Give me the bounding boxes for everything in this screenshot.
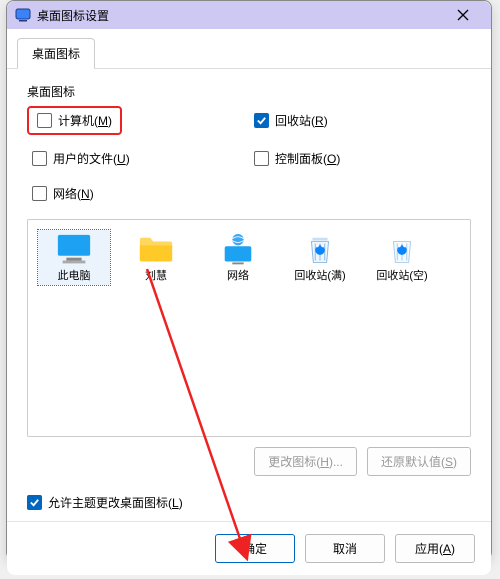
tabstrip: 桌面图标 bbox=[7, 29, 491, 69]
checkbox-box bbox=[27, 495, 42, 510]
folder-icon bbox=[137, 232, 175, 266]
content-area: 桌面图标 计算机(M) 回收站(R) 用户的文件(U) 控制面 bbox=[7, 69, 491, 521]
checkbox-network[interactable]: 网络(N) bbox=[27, 182, 249, 205]
network-icon bbox=[219, 232, 257, 266]
checkbox-box bbox=[32, 186, 47, 201]
checkbox-grid: 计算机(M) 回收站(R) 用户的文件(U) 控制面板(O) 网络(N) bbox=[27, 106, 471, 205]
icon-label: 此电脑 bbox=[58, 270, 91, 283]
panel-buttons: 更改图标(H)... 还原默认值(S) bbox=[27, 447, 471, 476]
restore-default-button[interactable]: 还原默认值(S) bbox=[367, 447, 471, 476]
preview-item-userfolder[interactable]: 刘慧 bbox=[120, 230, 192, 285]
cancel-button[interactable]: 取消 bbox=[305, 534, 385, 563]
monitor-icon bbox=[55, 232, 93, 266]
checkbox-label: 允许主题更改桌面图标(L) bbox=[48, 494, 183, 511]
icon-label: 刘慧 bbox=[145, 270, 167, 283]
change-icon-button[interactable]: 更改图标(H)... bbox=[254, 447, 357, 476]
dialog-window: 桌面图标设置 桌面图标 桌面图标 计算机(M) 回收站(R) bbox=[6, 0, 492, 560]
icon-preview-panel: 此电脑 刘慧 网络 回收站(满) bbox=[27, 219, 471, 437]
close-button[interactable] bbox=[443, 1, 483, 29]
close-icon bbox=[457, 9, 469, 21]
titlebar: 桌面图标设置 bbox=[7, 1, 491, 29]
preview-item-thispc[interactable]: 此电脑 bbox=[38, 230, 110, 285]
checkbox-computer[interactable]: 计算机(M) bbox=[32, 109, 117, 132]
icon-label: 回收站(满) bbox=[294, 270, 345, 283]
checkbox-box bbox=[254, 113, 269, 128]
dialog-footer: 确定 取消 应用(A) bbox=[7, 521, 491, 575]
preview-item-recyclebin-empty[interactable]: 回收站(空) bbox=[366, 230, 438, 285]
checkbox-label: 用户的文件(U) bbox=[53, 150, 130, 167]
ok-button[interactable]: 确定 bbox=[215, 534, 295, 563]
icon-label: 回收站(空) bbox=[376, 270, 427, 283]
group-label: 桌面图标 bbox=[27, 83, 471, 100]
icon-label: 网络 bbox=[227, 270, 249, 283]
recyclebin-empty-icon bbox=[383, 232, 421, 266]
window-title: 桌面图标设置 bbox=[37, 7, 109, 24]
checkbox-userfiles[interactable]: 用户的文件(U) bbox=[27, 147, 249, 170]
checkbox-box bbox=[32, 151, 47, 166]
checkbox-allow-theme[interactable]: 允许主题更改桌面图标(L) bbox=[27, 494, 471, 511]
checkbox-label: 控制面板(O) bbox=[275, 150, 340, 167]
checkbox-recyclebin[interactable]: 回收站(R) bbox=[249, 106, 471, 135]
checkbox-box bbox=[254, 151, 269, 166]
checkbox-label: 回收站(R) bbox=[275, 112, 328, 129]
preview-item-recyclebin-full[interactable]: 回收站(满) bbox=[284, 230, 356, 285]
checkbox-controlpanel[interactable]: 控制面板(O) bbox=[249, 147, 471, 170]
checkbox-box bbox=[37, 113, 52, 128]
checkbox-label: 网络(N) bbox=[53, 185, 94, 202]
checkbox-label: 计算机(M) bbox=[58, 112, 112, 129]
tab-desktop-icons[interactable]: 桌面图标 bbox=[17, 38, 95, 69]
apply-button[interactable]: 应用(A) bbox=[395, 534, 475, 563]
app-icon bbox=[15, 7, 31, 23]
recyclebin-full-icon bbox=[301, 232, 339, 266]
highlight-computer: 计算机(M) bbox=[27, 106, 122, 135]
preview-item-network[interactable]: 网络 bbox=[202, 230, 274, 285]
